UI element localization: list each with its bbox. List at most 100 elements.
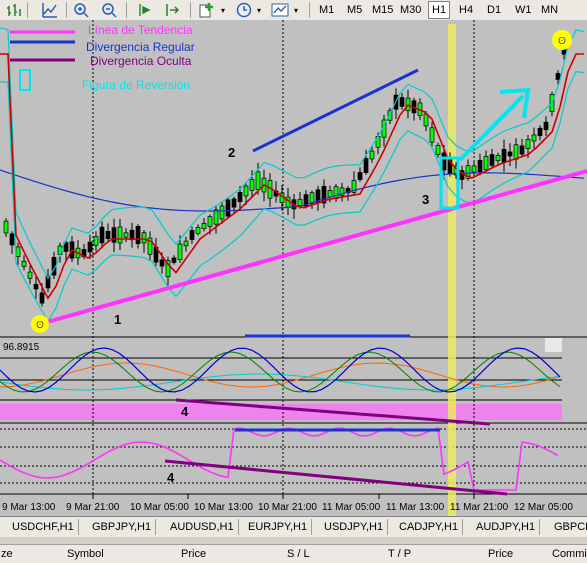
timeframe-w1[interactable]: W1 — [512, 1, 535, 19]
time-label: 9 Mar 21:00 — [66, 502, 120, 513]
candle-body — [207, 216, 213, 227]
time-label: 11 Mar 05:00 — [322, 502, 381, 513]
overbought-zone — [545, 338, 562, 352]
candle-body — [33, 283, 39, 290]
annotation-2: 2 — [228, 145, 235, 160]
candle-body — [507, 151, 513, 157]
candle-body — [531, 134, 537, 142]
bollinger-upper-line — [0, 27, 585, 280]
chevron-down-icon[interactable]: ▾ — [292, 1, 300, 19]
candle-body — [219, 205, 225, 220]
column-header-price[interactable]: Price — [181, 548, 206, 560]
symbol-tab[interactable]: AUDUSD,H1 — [166, 519, 239, 535]
svg-text:ʘ: ʘ — [36, 320, 44, 331]
timeframe-h1[interactable]: H1 — [428, 1, 451, 19]
symbol-tab[interactable]: CADJPY,H1 — [395, 519, 464, 535]
candle-body — [435, 144, 441, 156]
candle-body — [39, 292, 45, 304]
svg-text:ʘ: ʘ — [558, 36, 566, 47]
chart-shift-icon[interactable] — [135, 1, 155, 19]
toolbar-separator — [66, 2, 67, 18]
candle-body — [15, 246, 21, 257]
oversold-zone — [0, 404, 562, 420]
zoom-out-icon[interactable] — [99, 1, 119, 19]
candle-body — [9, 233, 15, 246]
candle-body — [519, 145, 525, 155]
chart-line-icon[interactable] — [40, 1, 60, 19]
candle-body — [93, 236, 99, 246]
candle-body — [471, 165, 477, 173]
timeframe-m1[interactable]: M1 — [316, 1, 337, 19]
symbol-tab[interactable]: USDJPY,H1 — [320, 519, 389, 535]
candle-body — [501, 148, 507, 164]
panel-splitter[interactable] — [0, 537, 587, 544]
candle-body — [117, 226, 123, 244]
chart-bar-icon[interactable] — [4, 1, 24, 19]
column-header-tp[interactable]: T / P — [388, 548, 411, 560]
timeframe-m15[interactable]: M15 — [369, 1, 396, 19]
candle-body — [195, 227, 201, 234]
candle-body — [399, 97, 405, 107]
timeframe-h4[interactable]: H4 — [456, 1, 476, 19]
annotation-4-rsi: 4 — [167, 470, 175, 485]
time-label: 10 Mar 05:00 — [130, 502, 189, 513]
candle-body — [333, 186, 339, 199]
annotation-4-stoch: 4 — [181, 404, 189, 419]
toolbar-separator — [27, 2, 28, 18]
candle-body — [489, 154, 495, 166]
candle-body — [555, 73, 561, 80]
indicator-value-label: 96.8915 — [3, 342, 40, 353]
candle-body — [135, 225, 141, 245]
candle-body — [327, 190, 333, 198]
chart-area[interactable]: ʘ ʘ Línea de Tendencia Divergencia Regul… — [0, 20, 587, 516]
column-header-commission[interactable]: Commi — [552, 548, 587, 560]
legend-hidden-label: Divergencia Oculta — [90, 54, 192, 68]
candle-body — [141, 232, 147, 244]
candle-body — [159, 259, 165, 267]
timeframe-m5[interactable]: M5 — [344, 1, 365, 19]
candle-body — [441, 152, 447, 171]
legend-regular-label: Divergencia Regular — [86, 40, 195, 54]
legend-reversal-label: Figura de Reversión — [82, 78, 190, 92]
time-label: 10 Mar 13:00 — [194, 502, 253, 513]
timeframe-m30[interactable]: M30 — [397, 1, 424, 19]
autoscroll-icon[interactable] — [163, 1, 183, 19]
annotation-1: 1 — [114, 312, 121, 327]
symbol-tab[interactable]: GBPJPY,H1 — [88, 519, 157, 535]
timeframe-mn[interactable]: MN — [538, 1, 561, 19]
timeframe-d1[interactable]: D1 — [484, 1, 504, 19]
candle-body — [543, 121, 549, 131]
price-chart[interactable]: ʘ ʘ Línea de Tendencia Divergencia Regul… — [0, 20, 587, 516]
chevron-down-icon[interactable]: ▾ — [219, 1, 227, 19]
candle-body — [105, 230, 111, 240]
column-header-close-price[interactable]: Price — [488, 548, 513, 560]
add-indicator-icon[interactable] — [198, 1, 218, 19]
candle-body — [99, 226, 105, 244]
column-header-size[interactable]: ze — [1, 548, 13, 560]
templates-icon[interactable] — [270, 1, 290, 19]
candle-body — [201, 223, 207, 229]
candle-body — [243, 185, 249, 197]
candle-body — [87, 241, 93, 253]
symbol-tab[interactable]: AUDJPY,H1 — [472, 519, 541, 535]
time-label: 9 Mar 13:00 — [2, 502, 56, 513]
column-header-symbol[interactable]: Symbol — [67, 548, 104, 560]
symbol-tab[interactable]: GBPCH — [550, 519, 587, 535]
chevron-down-icon[interactable]: ▾ — [255, 1, 263, 19]
toolbar-separator — [126, 2, 127, 18]
zoom-in-icon[interactable] — [71, 1, 91, 19]
time-label: 12 Mar 05:00 — [514, 502, 573, 513]
symbol-tab[interactable]: USDCHF,H1 — [8, 519, 79, 535]
column-header-sl[interactable]: S / L — [287, 548, 310, 560]
candle-body — [3, 220, 9, 234]
time-label: 11 Mar 21:00 — [450, 502, 509, 513]
candle-body — [213, 209, 219, 225]
periods-clock-icon[interactable] — [234, 1, 254, 19]
highlight-bar — [448, 24, 456, 516]
symbol-tab[interactable]: EURJPY,H1 — [244, 519, 313, 535]
candle-body — [249, 179, 255, 191]
candle-body — [183, 240, 189, 247]
symbol-tabs-bar: USDCHF,H1 GBPJPY,H1 AUDUSD,H1 EURJPY,H1 … — [0, 516, 587, 537]
candle-body — [171, 257, 177, 263]
candle-body — [513, 144, 519, 160]
